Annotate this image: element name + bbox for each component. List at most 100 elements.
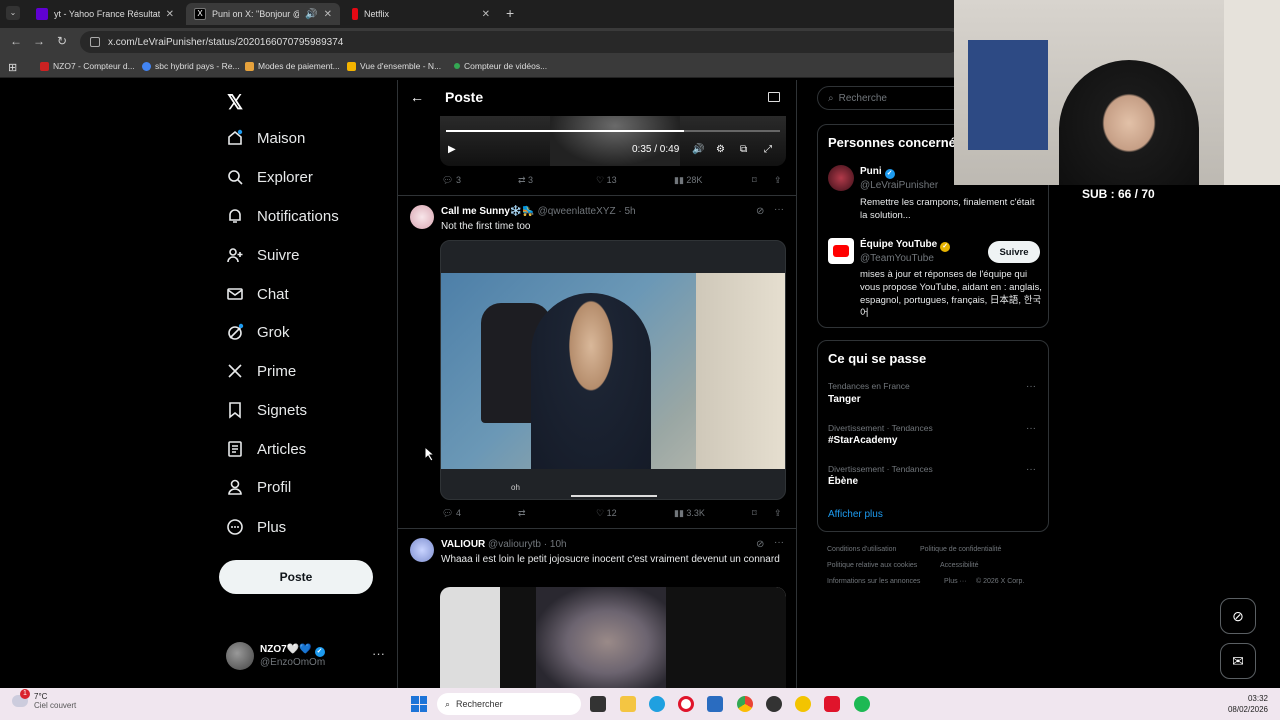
sidebar-item-follow[interactable]: Suivre — [226, 241, 300, 269]
task-view-icon[interactable] — [590, 696, 606, 712]
person-name[interactable]: Puni ✓ — [860, 166, 895, 179]
pip-icon[interactable]: ⧉ — [740, 144, 747, 155]
account-switcher[interactable]: NZO7🤍💙 ✓ @EnzoOmOm ··· — [226, 642, 385, 670]
bookmark-item[interactable]: Vue d'ensemble - N... — [347, 61, 441, 71]
more-icon[interactable]: ··· — [1026, 381, 1036, 392]
tweet-video[interactable]: oh — [440, 240, 786, 500]
close-icon[interactable]: ✕ — [324, 9, 332, 20]
back-icon[interactable]: ← — [10, 34, 22, 48]
taskbar-search[interactable]: ⌕ Rechercher — [437, 693, 581, 715]
avatar[interactable] — [828, 165, 854, 191]
bookmark-tweet-icon[interactable]: ⌑ — [752, 175, 757, 186]
more-icon[interactable]: ··· — [774, 204, 784, 215]
file-explorer-icon[interactable] — [620, 696, 636, 712]
bookmark-tweet-icon[interactable]: ⌑ — [752, 508, 757, 519]
show-more-link[interactable]: Afficher plus — [828, 509, 883, 520]
store-icon[interactable] — [707, 696, 723, 712]
tab-search-button[interactable]: ⌄ — [6, 6, 20, 20]
more-icon[interactable]: ··· — [774, 537, 784, 548]
sidebar-item-articles[interactable]: Articles — [226, 435, 306, 463]
play-icon[interactable]: ▶ — [448, 144, 456, 155]
reload-icon[interactable]: ↻ — [57, 34, 67, 48]
avatar[interactable] — [410, 205, 434, 229]
edge-icon[interactable] — [649, 696, 665, 712]
footer-link[interactable]: Informations sur les annonces — [827, 578, 920, 585]
sidebar-item-home[interactable]: Maison — [226, 124, 305, 152]
back-arrow-icon[interactable]: ← — [410, 89, 424, 105]
bookmark-item[interactable]: NZO7 - Compteur d... — [40, 61, 135, 71]
spotify-icon[interactable] — [854, 696, 870, 712]
footer-link[interactable]: Plus ··· — [944, 578, 967, 585]
tab-yahoo[interactable]: yt - Yahoo France Résultats de la ✕ — [28, 3, 182, 25]
reply-button[interactable]: 💬︎ 3 — [442, 175, 461, 186]
more-icon[interactable]: ··· — [1026, 423, 1036, 434]
forward-icon[interactable]: → — [33, 34, 45, 48]
footer-link[interactable]: Conditions d'utilisation — [827, 546, 896, 553]
follow-button[interactable]: Suivre — [988, 241, 1040, 263]
video-scrub-bar[interactable] — [571, 495, 657, 497]
sidebar-item-grok[interactable]: Grok — [226, 318, 290, 346]
address-bar[interactable]: x.com/LeVraiPunisher/status/202016607079… — [80, 31, 960, 53]
reader-mode-icon[interactable] — [768, 92, 780, 102]
bookmark-item[interactable]: Modes de paiement... — [245, 61, 340, 71]
new-tab-button[interactable]: + — [506, 5, 514, 21]
chrome-icon[interactable] — [737, 696, 753, 712]
footer-link[interactable]: Politique relative aux cookies — [827, 562, 917, 569]
views-button[interactable]: ▮▮ 28K — [674, 175, 702, 186]
more-icon[interactable]: ··· — [372, 646, 385, 661]
sidebar-item-explore[interactable]: Explorer — [226, 163, 313, 191]
weather-widget[interactable]: 1 7°C Ciel couvert — [12, 689, 76, 710]
views-button[interactable]: ▮▮ 3.3K — [674, 508, 705, 519]
fullscreen-icon[interactable]: ⤢ — [764, 144, 772, 155]
sidebar-item-notifications[interactable]: Notifications — [226, 202, 339, 230]
like-button[interactable]: ♡ 12 — [596, 508, 617, 519]
grok-icon[interactable]: ⊘ — [756, 206, 764, 217]
footer-link[interactable]: Politique de confidentialité — [920, 546, 1001, 553]
video-progress-bar[interactable] — [446, 130, 780, 132]
repost-button[interactable]: ⇄ 3 — [518, 175, 533, 186]
grok-fab-icon[interactable]: ⊘ — [1220, 598, 1256, 634]
volume-icon[interactable]: 🔊 — [692, 144, 704, 155]
speaker-icon[interactable]: 🔊 — [305, 9, 317, 20]
trend-name[interactable]: Tanger — [828, 394, 861, 405]
trend-name[interactable]: Ébène — [828, 476, 858, 487]
trend-name[interactable]: #StarAcademy — [828, 435, 897, 446]
apps-grid-icon[interactable]: ⊞ — [8, 61, 17, 74]
share-icon[interactable]: ⇪ — [774, 175, 782, 186]
bookmark-item[interactable]: sbc hybrid pays - Re... — [142, 61, 240, 71]
tweet-author[interactable]: VALIOUR @valiourytb · 10h — [441, 539, 567, 550]
tweet-video[interactable] — [440, 587, 786, 688]
settings-gear-icon[interactable]: ⚙ — [716, 144, 725, 155]
grok-icon[interactable]: ⊘ — [756, 539, 764, 550]
close-icon[interactable]: ✕ — [482, 9, 490, 20]
app-icon[interactable] — [795, 696, 811, 712]
close-icon[interactable]: ✕ — [166, 9, 174, 20]
app-icon[interactable] — [766, 696, 782, 712]
sidebar-item-bookmarks[interactable]: Signets — [226, 396, 307, 424]
sidebar-item-chat[interactable]: Chat — [226, 280, 289, 308]
opera-gx-icon[interactable] — [824, 696, 840, 712]
windows-start-icon[interactable] — [411, 696, 427, 712]
sidebar-item-profile[interactable]: Profil — [226, 473, 291, 501]
bookmark-item[interactable]: Compteur de vidéos... — [454, 61, 547, 71]
youtube-logo-icon[interactable] — [828, 238, 854, 264]
footer-link[interactable]: Accessibilité — [940, 562, 979, 569]
reply-button[interactable]: 💬︎ 4 — [442, 508, 461, 519]
post-button[interactable]: Poste — [219, 560, 373, 594]
repost-button[interactable]: ⇄ — [518, 508, 526, 519]
system-clock[interactable]: 03:32 08/02/2026 — [1222, 693, 1268, 715]
like-button[interactable]: ♡ 13 — [596, 175, 617, 186]
site-info-icon[interactable] — [90, 37, 100, 47]
video-player[interactable]: ▶ 0:35 / 0:49 🔊 ⚙ ⧉ ⤢ — [440, 116, 786, 166]
tab-netflix[interactable]: Netflix ✕ — [344, 3, 498, 25]
tweet-author[interactable]: Call me Sunny❄️🛼 @qweenlatteXYZ · 5h — [441, 206, 636, 217]
opera-icon[interactable] — [678, 696, 694, 712]
tab-x-post[interactable]: X Puni on X: "Bonjour @TeamYo 🔊 ✕ — [186, 3, 340, 25]
sidebar-item-prime[interactable]: Prime — [226, 357, 296, 385]
person-name[interactable]: Équipe YouTube ✓ — [860, 239, 951, 252]
messages-fab-icon[interactable]: ✉ — [1220, 643, 1256, 679]
more-icon[interactable]: ··· — [1026, 464, 1036, 475]
avatar[interactable] — [410, 538, 434, 562]
sidebar-item-more[interactable]: Plus — [226, 513, 286, 541]
x-logo-icon[interactable]: 𝕏 — [227, 90, 243, 115]
